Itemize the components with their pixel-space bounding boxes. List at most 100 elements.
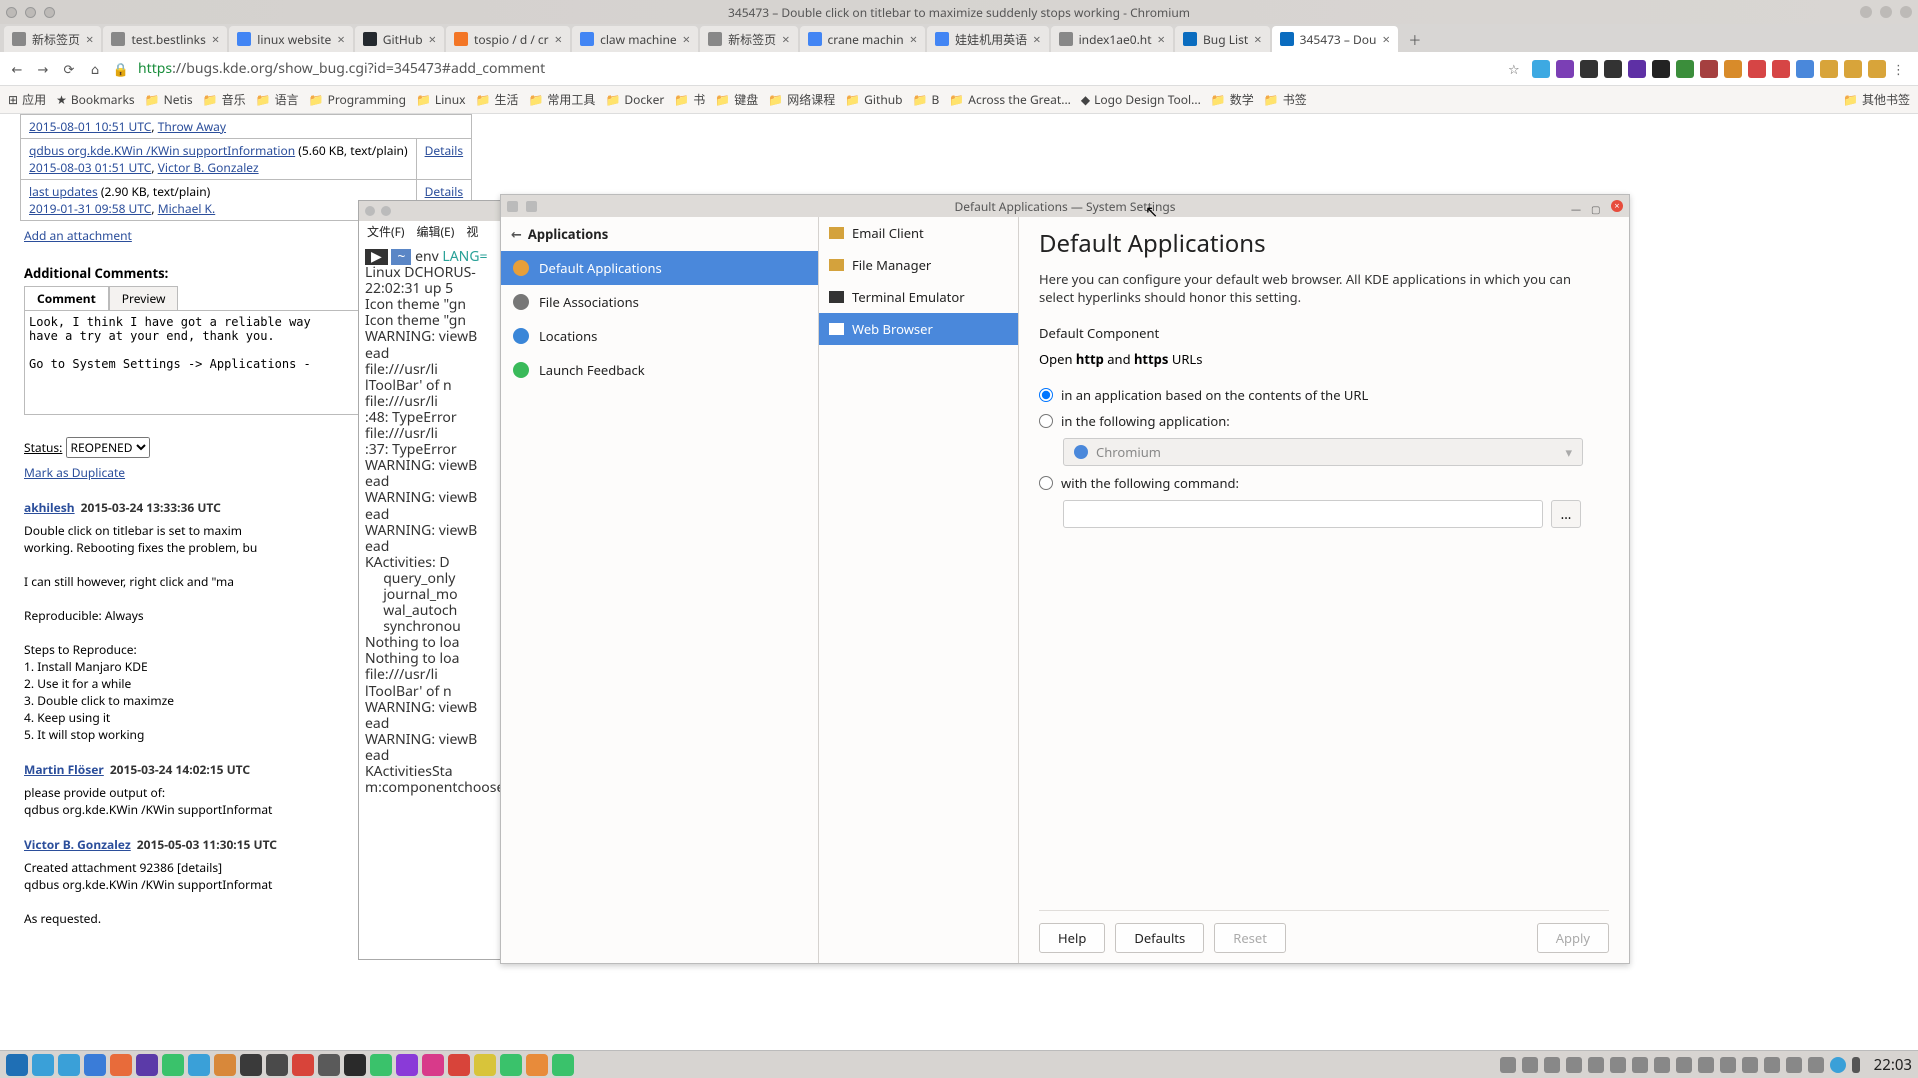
bookmark-folder[interactable]: 书	[674, 91, 705, 108]
taskbar-app-icon[interactable]	[344, 1054, 366, 1076]
bookmark-folder[interactable]: Linux	[416, 91, 466, 108]
home-button[interactable]: ⌂	[86, 60, 104, 78]
close-icon[interactable]: ×	[1158, 30, 1165, 48]
browser-tab[interactable]: 新标签页×	[4, 26, 101, 52]
tab-preview[interactable]: Preview	[109, 286, 179, 310]
bookmark-folder[interactable]: Netis	[145, 91, 193, 108]
close-icon[interactable]: ×	[212, 30, 219, 48]
bookmark-folder[interactable]: B	[913, 91, 940, 108]
attachment-ts[interactable]: 2015-08-01 10:51 UTC	[29, 118, 151, 135]
system-settings-titlebar[interactable]: Default Applications — System Settings ×	[501, 195, 1629, 217]
browser-tab[interactable]: crane machin×	[800, 26, 926, 52]
browse-button[interactable]: ...	[1551, 500, 1581, 528]
browser-tab[interactable]: 新标签页×	[700, 26, 797, 52]
component-terminal-emulator[interactable]: Terminal Emulator	[819, 281, 1018, 313]
system-settings-window[interactable]: Default Applications — System Settings ×…	[500, 194, 1630, 964]
attachment-user[interactable]: Victor B. Gonzalez	[158, 159, 259, 176]
attachment-user[interactable]: Throw Away	[158, 118, 226, 135]
taskbar[interactable]: 22:03	[0, 1050, 1918, 1078]
browser-tab-active[interactable]: 345473 – Dou×	[1272, 26, 1398, 52]
browser-tab[interactable]: linux website×	[229, 26, 352, 52]
taskbar-app-icon[interactable]	[500, 1054, 522, 1076]
close-icon[interactable]: ×	[1033, 30, 1040, 48]
details-link[interactable]: Details	[425, 183, 464, 200]
bookmark-folder[interactable]: Github	[845, 91, 902, 108]
taskbar-app-icon[interactable]	[214, 1054, 236, 1076]
application-select[interactable]: Chromium	[1063, 438, 1583, 466]
close-icon[interactable]: ×	[1382, 30, 1389, 48]
sidebar-item-launch-feedback[interactable]: Launch Feedback	[501, 353, 818, 387]
comment-textarea[interactable]	[24, 310, 362, 415]
system-tray[interactable]: 22:03	[1500, 1055, 1912, 1075]
taskbar-app-icon[interactable]	[448, 1054, 470, 1076]
details-link[interactable]: Details	[425, 142, 464, 159]
taskbar-app-icon[interactable]	[526, 1054, 548, 1076]
close-icon[interactable]: ×	[86, 30, 93, 48]
close-icon[interactable]: ×	[555, 30, 562, 48]
attachment-ts[interactable]: 2019-01-31 09:58 UTC	[29, 200, 151, 217]
browser-tab[interactable]: test.bestlinks×	[103, 26, 227, 52]
apply-button[interactable]: Apply	[1537, 923, 1609, 953]
new-tab-button[interactable]: ＋	[1404, 28, 1426, 50]
browser-tab[interactable]: claw machine×	[572, 26, 698, 52]
taskbar-app-icon[interactable]	[370, 1054, 392, 1076]
bookmark-folder[interactable]: 网络课程	[768, 91, 835, 108]
taskbar-app-icon[interactable]	[162, 1054, 184, 1076]
apps-button[interactable]: ⊞ 应用	[8, 91, 46, 108]
radio-following-command[interactable]: with the following command:	[1039, 474, 1609, 492]
tab-comment[interactable]: Comment	[24, 286, 109, 310]
bookmark-folder[interactable]: 书签	[1264, 91, 1307, 108]
add-attachment-link[interactable]: Add an attachment	[24, 227, 132, 244]
bookmark-item[interactable]: ◆ Logo Design Tool...	[1081, 91, 1201, 108]
taskbar-app-icon[interactable]	[240, 1054, 262, 1076]
bookmark-folder[interactable]: 数学	[1211, 91, 1254, 108]
close-icon[interactable]: ×	[683, 30, 690, 48]
command-input[interactable]	[1063, 500, 1543, 528]
bookmark-folder[interactable]: Across the Great...	[949, 91, 1071, 108]
reload-button[interactable]: ⟳	[60, 60, 78, 78]
taskbar-app-icon[interactable]	[110, 1054, 132, 1076]
window-controls-right[interactable]	[1860, 6, 1912, 18]
bookmark-folder[interactable]: Programming	[309, 91, 406, 108]
attachment-user[interactable]: Michael K.	[158, 200, 216, 217]
bookmark-item[interactable]: ★ Bookmarks	[56, 91, 135, 108]
bookmark-folder[interactable]: 常用工具	[528, 91, 595, 108]
taskbar-app-icon[interactable]	[474, 1054, 496, 1076]
sidebar-item-default-applications[interactable]: Default Applications	[501, 251, 818, 285]
sidebar-back[interactable]: Applications	[501, 217, 818, 251]
taskbar-app-icon[interactable]	[136, 1054, 158, 1076]
reset-button[interactable]: Reset	[1214, 923, 1286, 953]
taskbar-app-icon[interactable]	[292, 1054, 314, 1076]
commenter-link[interactable]: Martin Flöser	[24, 761, 104, 778]
taskbar-app-icon[interactable]	[422, 1054, 444, 1076]
taskbar-app-icon[interactable]	[58, 1054, 80, 1076]
other-bookmarks[interactable]: 其他书签	[1843, 91, 1910, 108]
taskbar-app-icon[interactable]	[552, 1054, 574, 1076]
taskbar-app-icon[interactable]	[32, 1054, 54, 1076]
close-icon[interactable]: ×	[782, 30, 789, 48]
url-field[interactable]: https://bugs.kde.org/show_bug.cgi?id=345…	[138, 59, 545, 78]
close-icon[interactable]: ×	[337, 30, 344, 48]
component-email-client[interactable]: Email Client	[819, 217, 1018, 249]
browser-tab[interactable]: tospio / d / cr×	[446, 26, 570, 52]
browser-tab[interactable]: index1ae0.ht×	[1051, 26, 1173, 52]
maximize-button[interactable]	[1591, 200, 1603, 212]
sidebar-item-locations[interactable]: Locations	[501, 319, 818, 353]
browser-tab[interactable]: Bug List×	[1175, 26, 1270, 52]
component-web-browser[interactable]: Web Browser	[819, 313, 1018, 345]
status-select[interactable]: REOPENED	[66, 437, 150, 458]
extension-icons[interactable]: ☆ ⋮	[1508, 60, 1910, 78]
browser-tab[interactable]: 娃娃机用英语×	[927, 26, 1048, 52]
defaults-button[interactable]: Defaults	[1115, 923, 1204, 953]
attachment-ts[interactable]: 2015-08-03 01:51 UTC	[29, 159, 151, 176]
back-button[interactable]: ←	[8, 60, 26, 78]
commenter-link[interactable]: akhilesh	[24, 499, 75, 516]
help-button[interactable]: Help	[1039, 923, 1105, 953]
close-icon[interactable]: ×	[429, 30, 436, 48]
taskbar-app-icon[interactable]	[266, 1054, 288, 1076]
bookmark-folder[interactable]: 键盘	[715, 91, 758, 108]
attachment-link[interactable]: qdbus org.kde.KWin /KWin supportInformat…	[29, 142, 295, 159]
bookmark-folder[interactable]: 音乐	[203, 91, 246, 108]
kde-launcher-icon[interactable]	[6, 1054, 28, 1076]
chromium-titlebar[interactable]: 345473 – Double click on titlebar to max…	[0, 0, 1918, 24]
